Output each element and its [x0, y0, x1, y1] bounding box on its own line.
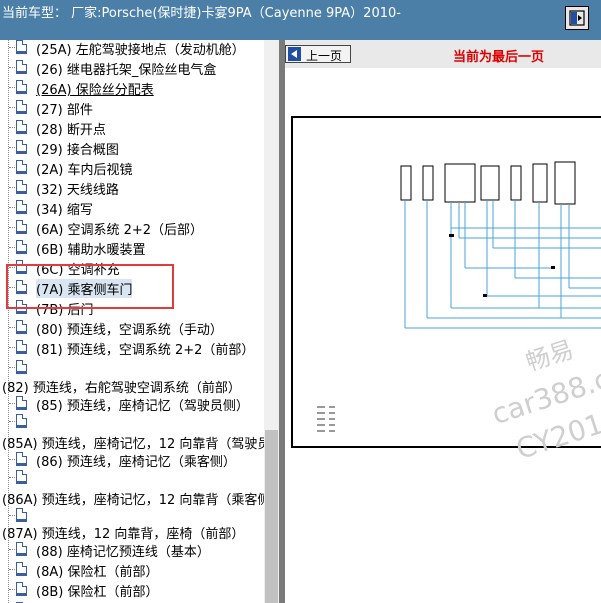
tree-item[interactable]: (81) 预连线，空调系统 2+2（前部） [0, 338, 264, 358]
document-icon [16, 220, 27, 234]
tree-connector [9, 47, 15, 48]
tree-item-label: (8B) 保险杠（前部） [36, 585, 159, 600]
tree-connector [9, 67, 15, 68]
tree-connector [9, 127, 15, 128]
tree-connector [9, 207, 15, 208]
tree-item-label: (26A) 保险丝分配表 [36, 83, 154, 98]
document-icon [16, 160, 27, 174]
tree-connector [9, 515, 15, 516]
tree-item[interactable]: (80) 预连线，空调系统（手动） [0, 318, 264, 338]
tree-item-label: (29) 接合概图 [36, 143, 119, 158]
document-icon [16, 508, 27, 522]
tree-item[interactable]: (28) 断开点 [0, 118, 264, 138]
document-icon [16, 120, 27, 134]
tree-item[interactable]: (26) 继电器托架_保险丝电气盒 [0, 58, 264, 78]
tree-item[interactable] [0, 412, 264, 432]
tree-item[interactable]: (86A) 预连线，座椅记忆，12 向靠背（乘客侧 [0, 488, 264, 508]
tree-item[interactable]: (2A) 车内后视镜 [0, 158, 264, 178]
exit-icon [569, 10, 585, 26]
tree-item[interactable]: (26A) 保险丝分配表 [0, 78, 264, 98]
document-icon [16, 360, 27, 374]
tree-item-label: (32) 天线线路 [36, 183, 119, 198]
document-icon [16, 240, 27, 254]
document-icon [16, 200, 27, 214]
tree-item-label: (81) 预连线，空调系统 2+2（前部） [36, 343, 255, 358]
tree-item[interactable]: (8A) 保险杠（前部） [0, 560, 264, 580]
highlight-annotation-box [6, 264, 174, 309]
tree-item-label: (80) 预连线，空调系统（手动） [36, 323, 223, 338]
document-icon [16, 582, 27, 596]
tree-item[interactable]: (32) 天线线路 [0, 178, 264, 198]
document-icon [16, 396, 27, 410]
tree-item[interactable] [0, 358, 264, 378]
window-title: 当前车型： 厂家:Porsche(保时捷)卡宴9PA（Cayenne 9PA）2… [2, 6, 401, 21]
tree-item[interactable]: (82) 预连线，右舵驾驶空调系统（前部） [0, 376, 264, 396]
last-page-notice: 当前为最后一页 [453, 50, 545, 65]
tree-item-label: (34) 缩写 [36, 203, 93, 218]
tree-connector [9, 227, 15, 228]
tree-connector [9, 459, 15, 460]
tree-connector [9, 147, 15, 148]
document-icon [16, 60, 27, 74]
tree-item[interactable]: (6B) 辅助水暖装置 [0, 238, 264, 258]
document-icon [16, 414, 27, 428]
tree-item[interactable]: (27) 部件 [0, 98, 264, 118]
tree-connector [9, 87, 15, 88]
document-icon [16, 340, 27, 354]
tree-item-label: (8A) 保险杠（前部） [36, 565, 159, 580]
tree-item-label: (26) 继电器托架_保险丝电气盒 [36, 63, 217, 78]
document-icon [16, 470, 27, 484]
tree-item-label: (6B) 辅助水暖装置 [36, 243, 146, 258]
tree-connector [9, 403, 15, 404]
tree-item[interactable]: (6A) 空调系统 2+2（后部） [0, 218, 264, 238]
tree-item-label: (25A) 左舵驾驶接地点（发动机舱） [36, 43, 245, 58]
tree-item[interactable]: (87A) 预连线，12 向靠背，座椅（前部） [0, 522, 264, 542]
tree-connector [9, 167, 15, 168]
tree-item[interactable]: (34) 缩写 [0, 198, 264, 218]
tree-item-label: (27) 部件 [36, 103, 93, 118]
tree-item-label: (28) 断开点 [36, 123, 106, 138]
document-icon [16, 320, 27, 334]
document-icon [16, 140, 27, 154]
tree-item[interactable]: (25A) 左舵驾驶接地点（发动机舱） [0, 40, 264, 58]
tree-item[interactable]: (8B) 保险杠（前部） [0, 580, 264, 600]
previous-page-label: 上一页 [306, 49, 343, 63]
document-icon [16, 562, 27, 576]
tree-connector [9, 569, 15, 570]
tree-connector [9, 477, 15, 478]
document-icon [16, 180, 27, 194]
tree-item[interactable]: (29) 接合概图 [0, 138, 264, 158]
tree-connector [9, 327, 15, 328]
tree-item[interactable] [0, 468, 264, 488]
viewer-toolbar: 上一页 当前为最后一页 [285, 40, 601, 68]
tree-connector [9, 107, 15, 108]
document-icon [16, 452, 27, 466]
document-viewer: 上一页 当前为最后一页 畅易 car388.c CY201 [285, 40, 601, 603]
tree-item[interactable]: (85A) 预连线，座椅记忆，12 向靠背（驾驶员 [0, 432, 264, 452]
arrow-left-icon [288, 47, 301, 61]
chapter-tree[interactable]: (25A) 左舵驾驶接地点（发动机舱） (26) 继电器托架_保险丝电气盒 (26A… [0, 40, 264, 603]
title-bar: 当前车型： 厂家:Porsche(保时捷)卡宴9PA（Cayenne 9PA）2… [0, 0, 601, 40]
tree-item-label: (88) 座椅记忆预连线（基本） [36, 545, 210, 560]
tree-connector [9, 367, 15, 368]
document-icon [16, 100, 27, 114]
tree-item[interactable]: (88) 座椅记忆预连线（基本） [0, 540, 264, 560]
tree-scrollbar[interactable] [264, 40, 279, 603]
tree-connector [9, 247, 15, 248]
document-icon [16, 40, 27, 54]
tree-connector [9, 421, 15, 422]
tree-connector [9, 549, 15, 550]
document-icon [16, 542, 27, 556]
previous-page-button[interactable]: 上一页 [285, 45, 351, 63]
tree-connector [9, 187, 15, 188]
scrollbar-thumb[interactable] [265, 430, 278, 603]
tree-item[interactable]: (86) 预连线，座椅记忆（乘客侧） [0, 450, 264, 470]
tree-item-label: (6A) 空调系统 2+2（后部） [36, 223, 204, 238]
tree-connector [9, 589, 15, 590]
tree-item[interactable]: (85) 预连线，座椅记忆（驾驶员侧） [0, 394, 264, 414]
document-icon [16, 80, 27, 94]
tree-item-label: (2A) 车内后视镜 [36, 163, 133, 178]
tree-connector [9, 347, 15, 348]
exit-button[interactable] [565, 6, 589, 30]
